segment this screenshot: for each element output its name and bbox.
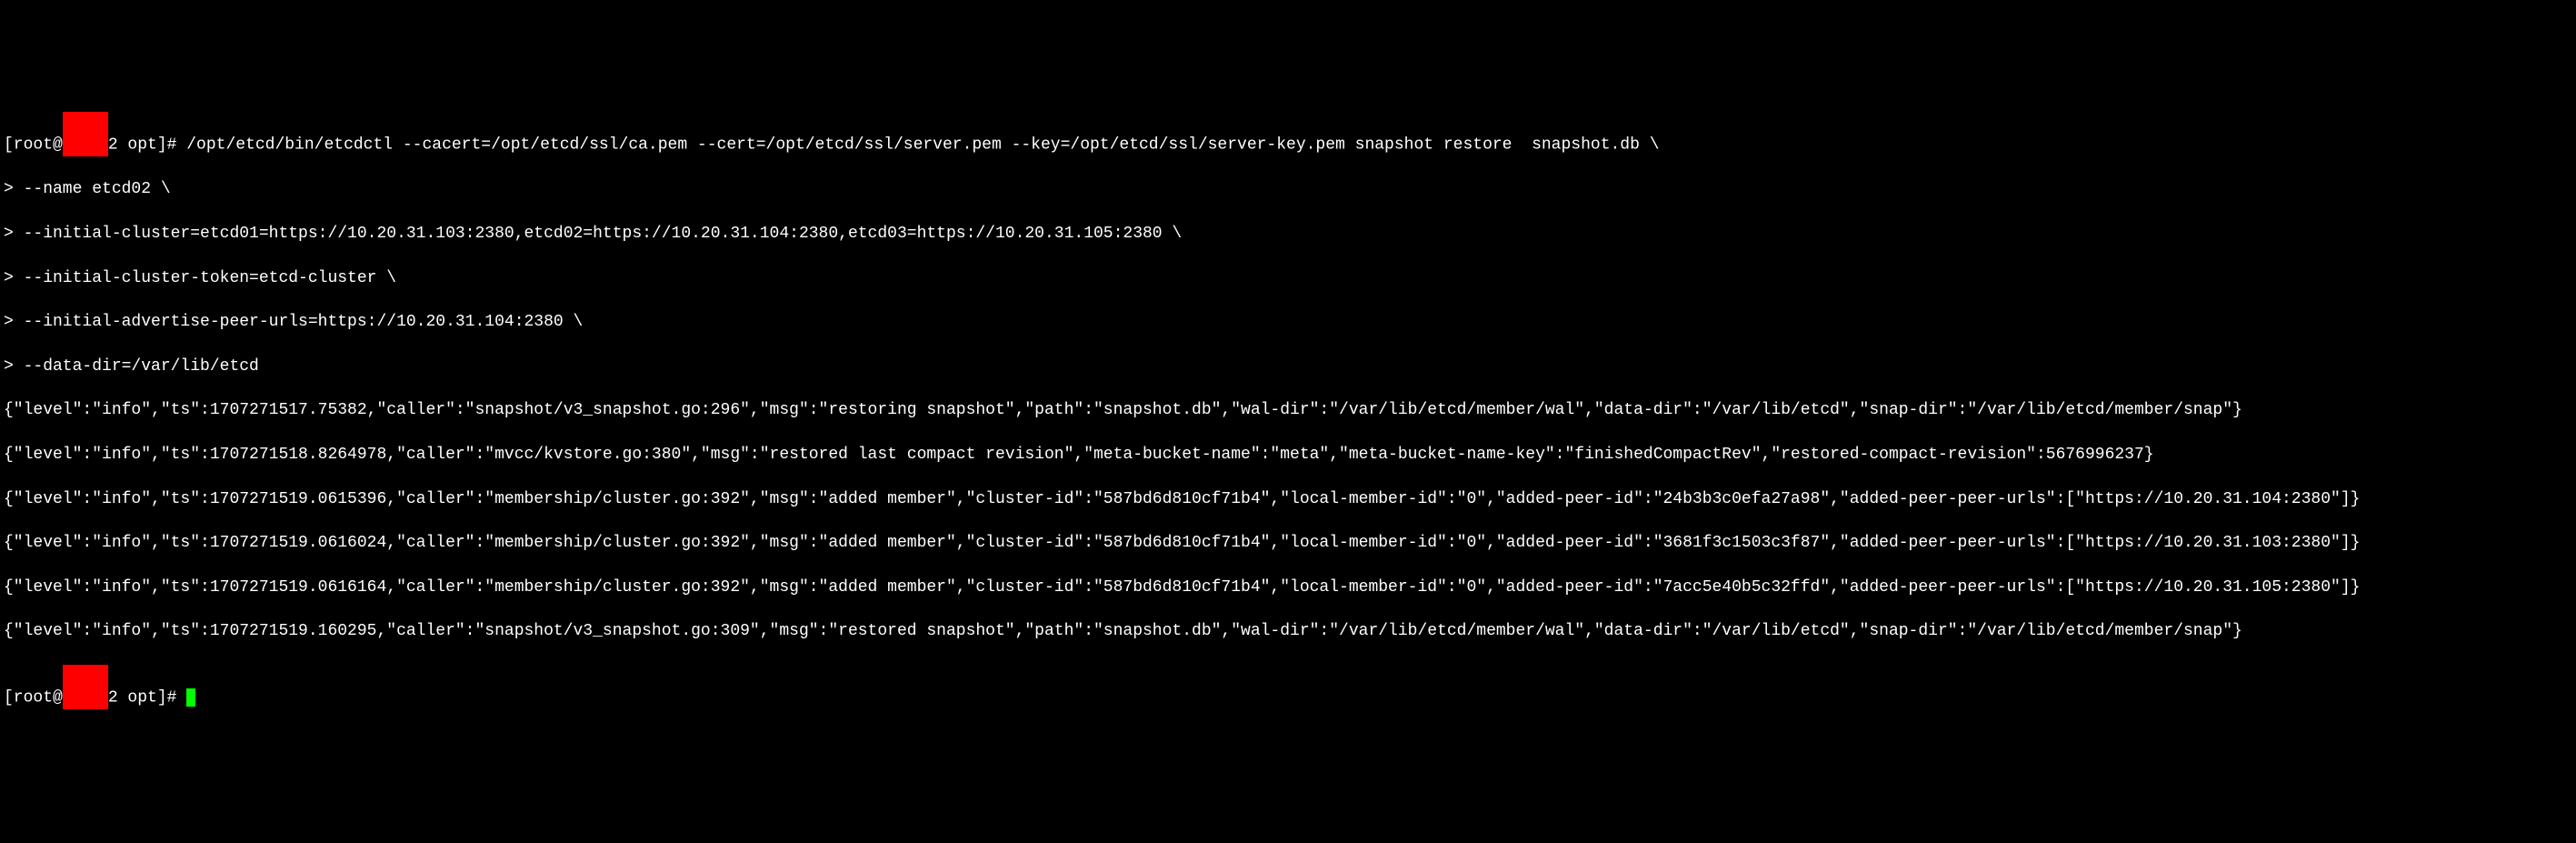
log-line-5: {"level":"info","ts":1707271519.0616164,… xyxy=(4,577,2572,598)
continuation-line-2: > --initial-cluster=etcd01=https://10.20… xyxy=(4,223,2572,245)
continuation-line-3: > --initial-cluster-token=etcd-cluster \ xyxy=(4,267,2572,289)
terminal-output[interactable]: [root@xxxxx2 opt]# /opt/etcd/bin/etcdctl… xyxy=(4,90,2572,731)
prompt2-suffix: 2 opt]# xyxy=(108,688,186,707)
log-line-6: {"level":"info","ts":1707271519.160295,"… xyxy=(4,620,2572,642)
redacted-hostname-2: xxxxx xyxy=(63,665,108,709)
log-line-4: {"level":"info","ts":1707271519.0616024,… xyxy=(4,532,2572,554)
prompt-prefix: [root@ xyxy=(4,136,63,155)
prompt-suffix: 2 opt]# xyxy=(108,136,186,155)
prompt2-prefix: [root@ xyxy=(4,688,63,707)
redacted-hostname: xxxxx xyxy=(63,112,108,156)
command-line-1: [root@xxxxx2 opt]# /opt/etcd/bin/etcdctl… xyxy=(4,112,2572,156)
log-line-2: {"level":"info","ts":1707271518.8264978,… xyxy=(4,444,2572,466)
continuation-line-1: > --name etcd02 \ xyxy=(4,178,2572,200)
continuation-line-5: > --data-dir=/var/lib/etcd xyxy=(4,356,2572,377)
command-line-2: [root@xxxxx2 opt]# xyxy=(4,665,2572,709)
log-line-1: {"level":"info","ts":1707271517.75382,"c… xyxy=(4,399,2572,421)
continuation-line-4: > --initial-advertise-peer-urls=https://… xyxy=(4,311,2572,333)
terminal-cursor xyxy=(186,688,195,707)
command-text: /opt/etcd/bin/etcdctl --cacert=/opt/etcd… xyxy=(186,136,1659,155)
log-line-3: {"level":"info","ts":1707271519.0615396,… xyxy=(4,488,2572,510)
